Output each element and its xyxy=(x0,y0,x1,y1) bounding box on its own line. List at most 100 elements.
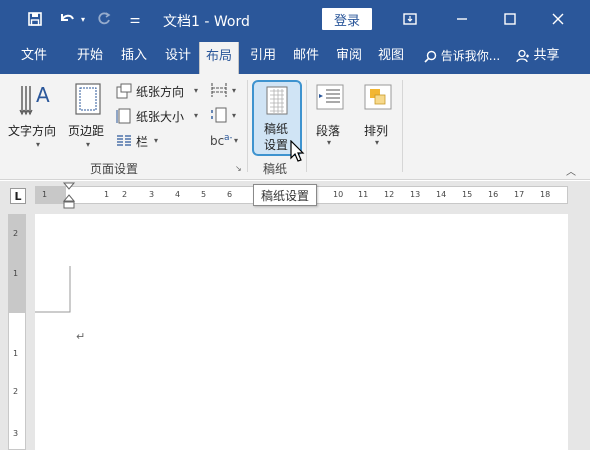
arrange-button[interactable]: 排列 ▾ xyxy=(358,80,398,152)
text-direction-button[interactable]: A 文字方向 ▾ xyxy=(8,80,64,152)
arrange-icon xyxy=(364,84,392,110)
orientation-icon xyxy=(116,83,132,99)
tab-mailings[interactable]: 邮件 xyxy=(286,38,326,74)
ruler-tick: 11 xyxy=(358,190,369,199)
chevron-down-icon: ▾ xyxy=(194,86,199,95)
paragraph-mark: ↵ xyxy=(76,330,86,343)
ruler-tick: 12 xyxy=(384,190,395,199)
mouse-cursor-icon xyxy=(290,140,305,162)
tell-me-label: 告诉我你... xyxy=(440,49,501,63)
undo-icon[interactable] xyxy=(56,0,78,38)
ruler-tick: 1 xyxy=(13,269,19,278)
columns-button[interactable]: 栏 ▾ xyxy=(116,131,166,151)
ruler-tick: 6 xyxy=(227,190,233,199)
person-icon xyxy=(516,49,530,63)
save-icon[interactable] xyxy=(24,0,46,38)
tab-layout[interactable]: 布局 xyxy=(199,42,239,74)
share-button[interactable]: 共享 xyxy=(510,38,566,74)
title-bar: ▾ ⚌ 文档1 - Word 登录 xyxy=(0,0,590,38)
tell-me-search[interactable]: 告诉我你... xyxy=(422,38,502,74)
chevron-down-icon: ▾ xyxy=(234,136,239,145)
margins-icon xyxy=(75,83,101,115)
vertical-ruler[interactable]: 2 1 1 2 3 xyxy=(8,214,26,450)
svg-text:A: A xyxy=(36,83,50,107)
ruler-tick: 2 xyxy=(13,387,19,396)
ruler-tick: 3 xyxy=(13,429,19,438)
breaks-button[interactable]: ▾ xyxy=(210,82,240,100)
chevron-down-icon: ▾ xyxy=(327,138,332,147)
ruler-tick: 15 xyxy=(462,190,473,199)
text-direction-label: 文字方向 xyxy=(8,124,57,138)
share-label: 共享 xyxy=(533,48,560,63)
tab-view[interactable]: 视图 xyxy=(371,38,411,74)
size-label: 纸张大小 xyxy=(136,110,185,124)
arrange-label: 排列 xyxy=(364,124,389,138)
ruler-tick: 13 xyxy=(410,190,421,199)
chevron-down-icon: ▾ xyxy=(194,111,199,120)
chevron-down-icon: ▾ xyxy=(36,140,41,149)
manuscript-group-label: 稿纸 xyxy=(263,162,288,176)
window-title: 文档1 - Word xyxy=(163,14,250,30)
line-numbers-button[interactable]: ▾ xyxy=(210,107,240,125)
columns-icon xyxy=(117,135,131,146)
size-button[interactable]: 纸张大小 ▾ xyxy=(116,106,206,126)
tab-review[interactable]: 审阅 xyxy=(329,38,369,74)
ribbon-tabs: 文件 开始 插入 设计 布局 引用 邮件 审阅 视图 告诉我你... 共享 xyxy=(0,38,590,74)
line-numbers-icon xyxy=(211,107,227,123)
ruler-tick: 16 xyxy=(488,190,499,199)
ruler-tick: 18 xyxy=(540,190,551,199)
margins-label: 页边距 xyxy=(68,124,105,138)
orientation-label: 纸张方向 xyxy=(136,85,185,99)
chevron-down-icon: ▾ xyxy=(232,111,237,120)
tab-insert[interactable]: 插入 xyxy=(114,38,154,74)
customize-toolbar-icon[interactable]: ⚌ xyxy=(128,0,142,38)
ribbon-display-options-icon[interactable] xyxy=(396,0,424,38)
ruler-tick: 4 xyxy=(175,190,181,199)
hyphenation-button[interactable]: bc a- ▾ xyxy=(210,132,240,150)
chevron-down-icon: ▾ xyxy=(154,136,159,145)
ruler-tick: 1 xyxy=(13,349,19,358)
chevron-down-icon: ▾ xyxy=(232,86,237,95)
close-icon[interactable] xyxy=(544,0,572,38)
redo-icon[interactable] xyxy=(95,0,113,38)
page-setup-group-label: 页面设置 xyxy=(90,162,139,176)
text-direction-icon: A xyxy=(19,83,50,116)
ruler-tick: 1 xyxy=(42,190,48,199)
ruler-tick: 2 xyxy=(13,229,19,238)
tab-references[interactable]: 引用 xyxy=(243,38,283,74)
ruler-tick: 5 xyxy=(201,190,207,199)
document-page[interactable] xyxy=(35,214,568,450)
manuscript-label-line1: 稿纸 xyxy=(264,122,289,136)
ruler-tick: 1 xyxy=(104,190,110,199)
maximize-icon[interactable] xyxy=(496,0,524,38)
margin-corner-mark xyxy=(35,266,71,313)
collapse-ribbon-icon[interactable]: ︿ xyxy=(566,163,576,178)
paragraph-label: 段落 xyxy=(316,124,341,138)
orientation-button[interactable]: 纸张方向 ▾ xyxy=(116,81,206,101)
search-icon xyxy=(424,50,436,63)
group-separator xyxy=(402,80,403,172)
group-separator xyxy=(247,80,248,172)
group-separator xyxy=(306,80,307,172)
tab-home[interactable]: 开始 xyxy=(70,38,110,74)
ruler-tick: 10 xyxy=(333,190,344,199)
chevron-down-icon: ▾ xyxy=(375,138,380,147)
login-button[interactable]: 登录 xyxy=(322,8,372,30)
tab-selector[interactable]: L xyxy=(10,188,26,204)
manuscript-paper-icon xyxy=(266,86,288,115)
dialog-launcher-icon[interactable]: ↘ xyxy=(235,164,242,173)
undo-dropdown-icon[interactable]: ▾ xyxy=(78,0,88,38)
paragraph-button[interactable]: 段落 ▾ xyxy=(310,80,350,152)
paragraph-indent-icon xyxy=(316,84,344,110)
tooltip: 稿纸设置 xyxy=(253,184,317,206)
svg-text:a-: a- xyxy=(224,133,232,143)
hyphenation-icon: bc a- xyxy=(210,133,233,148)
tab-file[interactable]: 文件 xyxy=(14,38,54,74)
tab-design[interactable]: 设计 xyxy=(158,38,198,74)
columns-label: 栏 xyxy=(136,135,149,149)
ruler-tick: 3 xyxy=(149,190,155,199)
minimize-icon[interactable] xyxy=(448,0,476,38)
margins-button[interactable]: 页边距 ▾ xyxy=(66,80,112,152)
breaks-icon xyxy=(211,83,227,97)
ruler-tick: 14 xyxy=(436,190,447,199)
